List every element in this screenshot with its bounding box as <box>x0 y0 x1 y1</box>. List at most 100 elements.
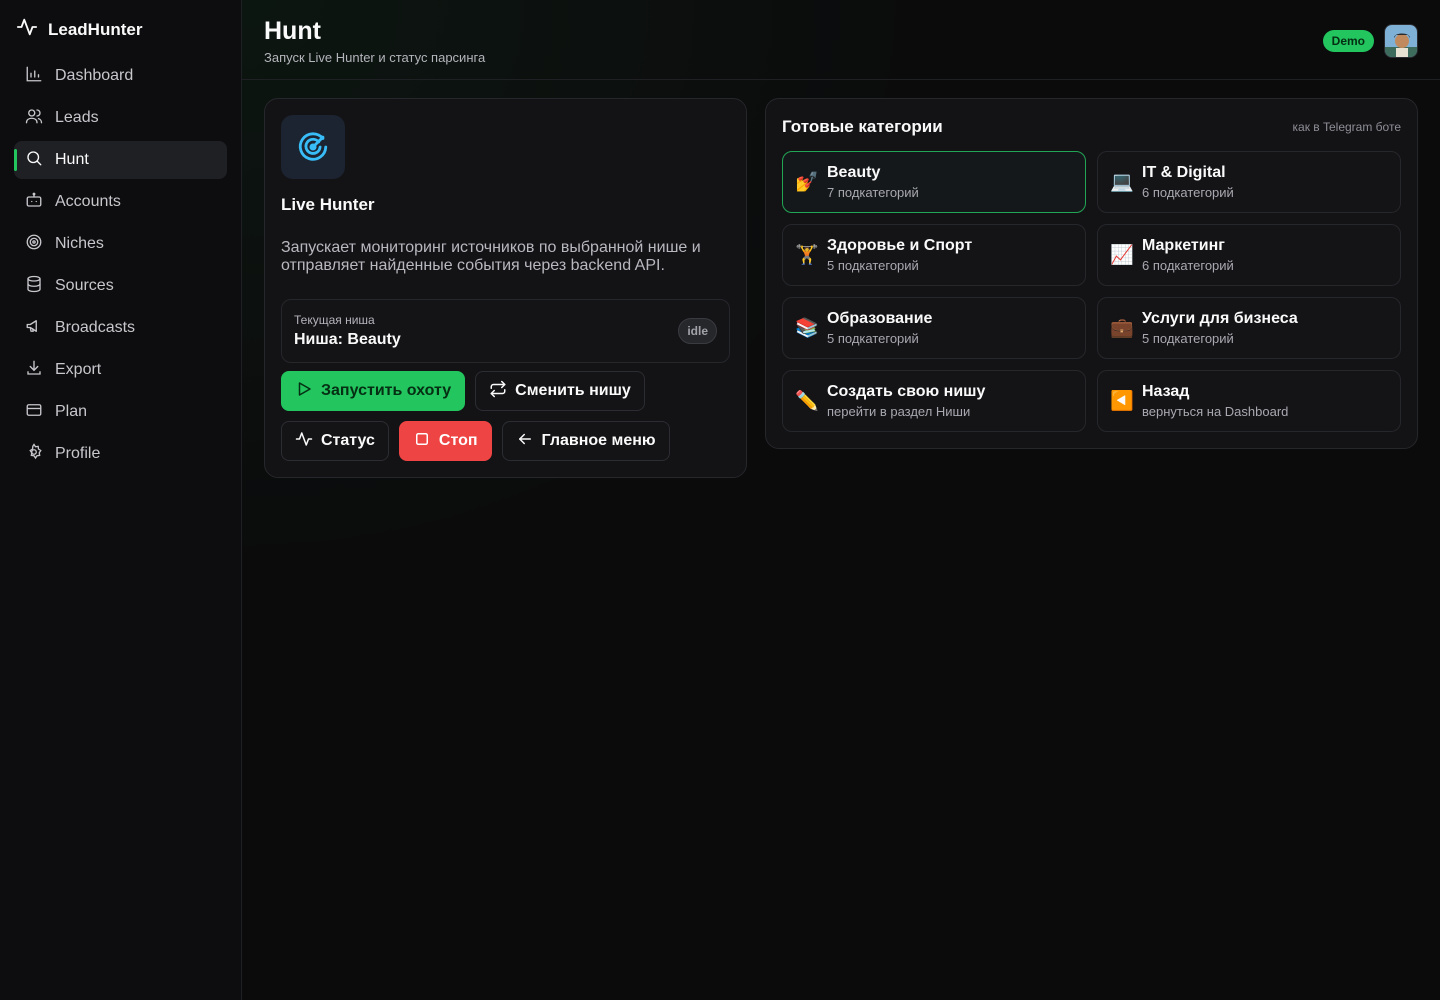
category-education[interactable]: 📚 Образование 5 подкатегорий <box>782 297 1086 359</box>
back-arrow-icon: ◀️ <box>1110 391 1134 412</box>
category-subtitle: 5 подкатегорий <box>1142 331 1234 346</box>
primary-actions: Запустить охоту Сменить нишу <box>281 371 730 411</box>
stop-square-icon <box>413 430 431 453</box>
megaphone-icon <box>25 317 43 340</box>
weightlifter-icon: 🏋 <box>795 245 819 266</box>
sidebar-item-dashboard[interactable]: Dashboard <box>14 57 227 95</box>
sidebar-item-accounts[interactable]: Accounts <box>14 183 227 221</box>
briefcase-icon: 💼 <box>1110 318 1134 339</box>
category-business-services[interactable]: 💼 Услуги для бизнеса 5 подкатегорий <box>1097 297 1401 359</box>
category-name: Образование <box>827 310 933 327</box>
activity-icon <box>295 430 313 453</box>
target-icon <box>25 233 43 256</box>
current-niche-value: Ниша: Beauty <box>294 331 401 348</box>
status-label: Статус <box>321 432 375 449</box>
sidebar-item-label: Accounts <box>55 193 121 210</box>
sidebar-item-label: Dashboard <box>55 67 134 84</box>
categories-card: Готовые категории как в Telegram боте 💅 … <box>765 98 1418 449</box>
play-icon <box>295 380 313 403</box>
category-name: Здоровье и Спорт <box>827 237 973 254</box>
page-title: Hunt <box>264 17 321 45</box>
main-area: Hunt Запуск Live Hunter и статус парсинг… <box>242 0 1440 1000</box>
chart-up-icon: 📈 <box>1110 245 1134 266</box>
category-subtitle: вернуться на Dashboard <box>1142 404 1289 419</box>
categories-note: как в Telegram боте <box>1292 120 1402 134</box>
radar-icon <box>281 115 345 179</box>
bot-icon <box>25 191 43 214</box>
brand[interactable]: LeadHunter <box>14 16 227 57</box>
start-hunt-button[interactable]: Запустить охоту <box>281 371 466 411</box>
category-back[interactable]: ◀️ Назад вернуться на Dashboard <box>1097 370 1401 432</box>
sidebar-item-label: Sources <box>55 277 114 294</box>
laptop-icon: 💻 <box>1110 172 1134 193</box>
demo-badge: Demo <box>1322 30 1374 52</box>
gear-icon <box>25 442 43 466</box>
users-icon <box>25 107 43 130</box>
page-subtitle: Запуск Live Hunter и статус парсинга <box>264 50 486 65</box>
category-subtitle: 6 подкатегорий <box>1142 258 1234 273</box>
credit-card-icon <box>25 401 43 424</box>
category-name: Маркетинг <box>1142 237 1225 254</box>
category-name: Beauty <box>827 164 881 181</box>
start-hunt-label: Запустить охоту <box>321 382 452 399</box>
brand-name: LeadHunter <box>48 19 143 39</box>
category-subtitle: перейти в раздел Ниши <box>827 404 971 419</box>
category-marketing[interactable]: 📈 Маркетинг 6 подкатегорий <box>1097 224 1401 286</box>
current-niche-label: Текущая ниша <box>294 313 375 327</box>
current-niche-box: Текущая ниша Ниша: Beauty idle <box>281 299 730 363</box>
sidebar-item-hunt[interactable]: Hunt <box>14 141 227 179</box>
sidebar-nav: Dashboard Leads Hunt Accounts Niches Sou… <box>14 57 227 473</box>
sidebar-item-label: Export <box>55 361 102 378</box>
change-niche-label: Сменить нишу <box>515 382 631 399</box>
repeat-icon <box>489 380 507 403</box>
sidebar-item-label: Hunt <box>55 151 89 168</box>
sidebar-item-sources[interactable]: Sources <box>14 267 227 305</box>
sidebar-item-profile[interactable]: Profile <box>14 435 227 473</box>
pencil-icon: ✏️ <box>795 391 819 412</box>
sidebar-item-label: Leads <box>55 109 99 126</box>
bar-chart-icon <box>25 65 43 88</box>
category-beauty[interactable]: 💅 Beauty 7 подкатегорий <box>782 151 1086 213</box>
category-name: IT & Digital <box>1142 164 1226 181</box>
main-menu-button[interactable]: Главное меню <box>501 421 670 461</box>
sidebar-item-broadcasts[interactable]: Broadcasts <box>14 309 227 347</box>
app-shell: LeadHunter Dashboard Leads Hunt Accounts… <box>0 0 1440 1000</box>
hunter-description: Запускает мониторинг источников по выбра… <box>281 239 701 274</box>
top-bar: Hunt Запуск Live Hunter и статус парсинг… <box>242 0 1440 80</box>
live-hunter-card: Live Hunter Запускает мониторинг источни… <box>264 98 747 478</box>
secondary-actions: Статус Стоп Главное меню <box>281 421 730 461</box>
books-icon: 📚 <box>795 318 819 339</box>
sidebar: LeadHunter Dashboard Leads Hunt Accounts… <box>0 0 242 1000</box>
change-niche-button[interactable]: Сменить нишу <box>475 371 645 411</box>
sidebar-item-label: Broadcasts <box>55 319 136 336</box>
content: Live Hunter Запускает мониторинг источни… <box>242 80 1440 496</box>
category-subtitle: 5 подкатегорий <box>827 331 919 346</box>
stop-label: Стоп <box>438 432 478 449</box>
database-icon <box>25 275 43 298</box>
categories-title: Готовые категории <box>782 117 943 136</box>
category-create-own[interactable]: ✏️ Создать свою нишу перейти в раздел Ниш… <box>782 370 1086 432</box>
sidebar-item-label: Profile <box>55 445 101 462</box>
categories-grid: 💅 Beauty 7 подкатегорий 💻 IT & Digital 6 п… <box>782 151 1401 432</box>
avatar[interactable] <box>1384 24 1418 58</box>
arrow-left-icon <box>516 430 534 453</box>
sidebar-item-plan[interactable]: Plan <box>14 393 227 431</box>
activity-logo-icon <box>16 16 38 43</box>
sidebar-item-leads[interactable]: Leads <box>14 99 227 137</box>
nail-polish-icon: 💅 <box>795 172 819 193</box>
category-subtitle: 6 подкатегорий <box>1142 185 1234 200</box>
sidebar-item-label: Niches <box>55 235 104 252</box>
sidebar-item-niches[interactable]: Niches <box>14 225 227 263</box>
status-badge: idle <box>678 318 717 344</box>
main-menu-label: Главное меню <box>541 432 656 449</box>
category-subtitle: 7 подкатегорий <box>827 185 919 200</box>
category-health-sport[interactable]: 🏋 Здоровье и Спорт 5 подкатегорий <box>782 224 1086 286</box>
hunter-title: Live Hunter <box>281 195 375 214</box>
category-name: Назад <box>1142 383 1190 400</box>
sidebar-item-export[interactable]: Export <box>14 351 227 389</box>
status-button[interactable]: Статус <box>281 421 389 461</box>
stop-button[interactable]: Стоп <box>398 421 492 461</box>
category-subtitle: 5 подкатегорий <box>827 258 919 273</box>
category-it-digital[interactable]: 💻 IT & Digital 6 подкатегорий <box>1097 151 1401 213</box>
download-icon <box>25 359 43 382</box>
